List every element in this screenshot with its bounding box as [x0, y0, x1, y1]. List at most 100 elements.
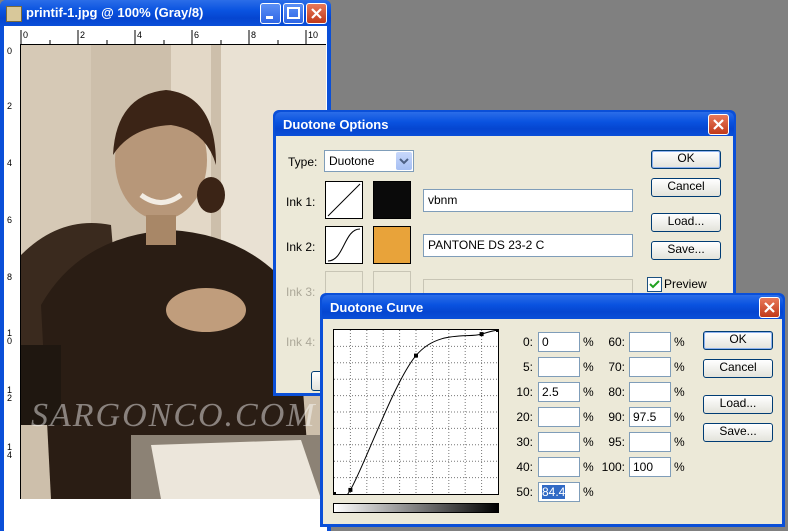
curve-value-input[interactable] [538, 407, 580, 427]
curve-label: 50: [516, 485, 533, 499]
cancel-button[interactable]: Cancel [703, 359, 773, 378]
curve-point[interactable] [496, 330, 498, 332]
type-select[interactable]: Duotone [324, 150, 414, 172]
load-button[interactable]: Load... [703, 395, 773, 414]
curve-label: 90: [608, 410, 625, 424]
percent-sign: % [583, 460, 594, 474]
close-button[interactable] [708, 114, 729, 135]
ruler-v-label: 0 [7, 46, 13, 56]
curve-label: 10: [516, 385, 533, 399]
preview-checkbox[interactable] [647, 277, 662, 292]
cancel-button[interactable]: Cancel [651, 178, 721, 197]
curve-value-input[interactable] [629, 332, 671, 352]
ruler-v-label: 2 [7, 101, 13, 111]
save-button[interactable]: Save... [651, 241, 721, 260]
ruler-v-label: 6 [7, 215, 13, 225]
dialog-title: Duotone Curve [330, 300, 424, 315]
ink2-color-swatch[interactable] [373, 226, 411, 264]
percent-sign: % [583, 435, 594, 449]
curve-value-input[interactable]: 0 [538, 332, 580, 352]
horizontal-ruler: 0 2 4 6 8 10 [20, 30, 326, 45]
vertical-ruler: 0 2 4 6 8 1 0 1 2 1 4 [4, 44, 21, 499]
percent-sign: % [583, 360, 594, 374]
curve-label: 30: [516, 435, 533, 449]
percent-sign: % [583, 485, 594, 499]
duotone-options-title-bar[interactable]: Duotone Options [275, 112, 734, 136]
percent-sign: % [583, 385, 594, 399]
curve-value-text: 0 [542, 335, 549, 349]
ruler-h-label: 8 [251, 30, 257, 40]
duotone-curve-title-bar[interactable]: Duotone Curve [322, 295, 783, 319]
ruler-v-label: 1 2 [7, 385, 13, 403]
percent-sign: % [674, 435, 685, 449]
maximize-icon [287, 7, 300, 19]
percent-sign: % [583, 335, 594, 349]
percent-sign: % [674, 410, 685, 424]
curve-value-input[interactable]: 100 [629, 457, 671, 477]
ink2-name-field[interactable]: PANTONE DS 23-2 C [423, 234, 633, 257]
maximize-button[interactable] [283, 3, 304, 24]
curve-label: 80: [608, 385, 625, 399]
close-button[interactable] [306, 3, 327, 24]
curve-value-input[interactable] [629, 357, 671, 377]
curve-label: 60: [608, 335, 625, 349]
curve-label: 40: [516, 460, 533, 474]
save-button[interactable]: Save... [703, 423, 773, 442]
ruler-v-label: 4 [7, 158, 13, 168]
ok-button[interactable]: OK [651, 150, 721, 169]
curve-label: 100: [601, 460, 625, 474]
curve-value-input[interactable]: 97.5 [629, 407, 671, 427]
duotone-curve-dialog: Duotone Curve OK Cancel Load... Save... … [320, 293, 785, 527]
gradient-bar [333, 503, 499, 513]
curve-value-input[interactable] [538, 457, 580, 477]
curve-value-input[interactable] [629, 432, 671, 452]
ruler-h-label: 2 [80, 30, 86, 40]
ink1-color-swatch[interactable] [373, 181, 411, 219]
curve-value-input[interactable]: 2.5 [538, 382, 580, 402]
curve-value-input[interactable] [538, 432, 580, 452]
ok-button[interactable]: OK [703, 331, 773, 350]
curve-value-input[interactable]: 84.4 [538, 482, 580, 502]
ink4-label: Ink 4: [286, 335, 316, 349]
type-select-value: Duotone [329, 154, 375, 168]
checkmark-icon [649, 280, 660, 289]
chevron-down-icon [396, 152, 412, 170]
minimize-button[interactable] [260, 3, 281, 24]
ruler-v-label: 1 0 [7, 328, 13, 346]
close-icon [311, 8, 322, 19]
percent-sign: % [674, 360, 685, 374]
curve-graph[interactable] [333, 329, 499, 495]
ink2-label: Ink 2: [286, 240, 316, 254]
curve-label: 70: [608, 360, 625, 374]
close-button[interactable] [759, 297, 780, 318]
curve-value-text: 2.5 [542, 385, 559, 399]
curve-label: 95: [608, 435, 625, 449]
document-title-bar[interactable]: printif-1.jpg @ 100% (Gray/8) [0, 0, 331, 26]
ruler-v-label: 8 [7, 272, 13, 282]
curve-point[interactable] [348, 487, 353, 492]
curve-value-input[interactable] [538, 357, 580, 377]
curve-value-text: 100 [633, 460, 654, 474]
curve-value-input[interactable] [629, 382, 671, 402]
document-title: printif-1.jpg @ 100% (Gray/8) [26, 5, 204, 20]
watermark-text: SARGONCO.COM [31, 397, 317, 434]
load-button[interactable]: Load... [651, 213, 721, 232]
ruler-h-label: 0 [23, 30, 29, 40]
dialog-title: Duotone Options [283, 117, 389, 132]
percent-sign: % [583, 410, 594, 424]
percent-sign: % [674, 385, 685, 399]
ink1-name-field[interactable]: vbnm [423, 189, 633, 212]
close-icon [764, 302, 775, 313]
ruler-h-label: 4 [137, 30, 143, 40]
preview-label: Preview [664, 277, 707, 291]
ruler-h-label: 10 [308, 30, 319, 40]
curve-point[interactable] [414, 353, 418, 358]
curve-label: 5: [522, 360, 533, 374]
curve-point[interactable] [479, 332, 484, 337]
curve-point[interactable] [334, 492, 336, 494]
minimize-icon [266, 16, 273, 19]
percent-sign: % [674, 335, 685, 349]
ink2-curve-thumbnail[interactable] [325, 226, 363, 264]
ink1-curve-thumbnail[interactable] [325, 181, 363, 219]
ruler-v-label: 1 4 [7, 442, 13, 460]
